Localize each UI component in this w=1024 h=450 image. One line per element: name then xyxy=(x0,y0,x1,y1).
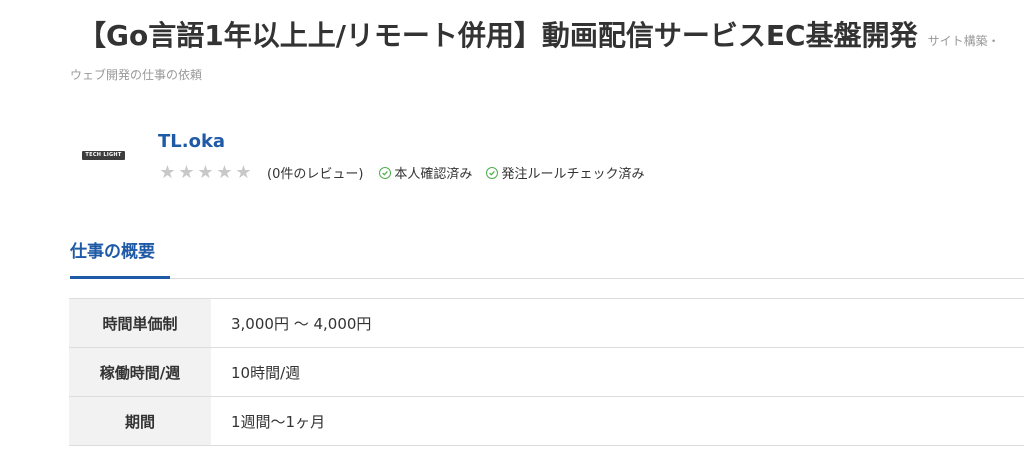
duration-label: 期間 xyxy=(69,396,211,446)
client-logo[interactable]: TECH LIGHT xyxy=(82,151,125,160)
star-icon: ★ xyxy=(216,162,233,183)
identity-verified-badge: 本人確認済み xyxy=(379,163,472,182)
job-title: 【Go言語1年以上上/リモート併用】動画配信サービスEC基盤開発 xyxy=(78,19,918,52)
star-icon: ★ xyxy=(197,162,214,183)
pay-type-value: 3,000円 〜 4,000円 xyxy=(231,314,372,333)
job-category-link-part1[interactable]: サイト構築・ xyxy=(928,34,1000,48)
star-icon: ★ xyxy=(159,162,176,183)
rating-stars: ★ ★ ★ ★ ★ xyxy=(158,163,253,182)
check-circle-icon xyxy=(486,166,499,179)
table-row: 稼働時間/週 10時間/週 xyxy=(69,347,1024,397)
client-meta: ★ ★ ★ ★ ★ (0件のレビュー) 本人確認済み 発注ルールチェック済み xyxy=(158,163,658,182)
identity-verified-label: 本人確認済み xyxy=(394,167,473,182)
tab-job-overview[interactable]: 仕事の概要 xyxy=(70,238,170,279)
star-icon: ★ xyxy=(235,162,252,183)
section-tabs: 仕事の概要 xyxy=(70,238,1024,279)
job-title-row: 【Go言語1年以上上/リモート併用】動画配信サービスEC基盤開発 サイト構築・ xyxy=(78,14,1000,54)
star-icon: ★ xyxy=(178,162,195,183)
client-logo-text: TECH LIGHT xyxy=(85,152,122,158)
order-rules-checked-badge: 発注ルールチェック済み xyxy=(486,163,644,182)
order-rules-checked-label: 発注ルールチェック済み xyxy=(501,167,645,182)
job-summary-table: 時間単価制 3,000円 〜 4,000円 稼働時間/週 10時間/週 期間 1… xyxy=(69,298,1024,446)
weekly-hours-label: 稼働時間/週 xyxy=(69,347,211,397)
table-row: 期間 1週間〜1ヶ月 xyxy=(69,396,1024,446)
pay-type-label: 時間単価制 xyxy=(69,298,211,348)
job-category-link-part2[interactable]: ウェブ開発の仕事の依頼 xyxy=(70,66,202,83)
client-name-link[interactable]: TL.oka xyxy=(158,131,225,152)
weekly-hours-value: 10時間/週 xyxy=(231,363,301,382)
check-circle-icon xyxy=(379,166,392,179)
duration-value: 1週間〜1ヶ月 xyxy=(231,412,326,431)
review-count: (0件のレビュー) xyxy=(267,167,364,182)
table-row: 時間単価制 3,000円 〜 4,000円 xyxy=(69,298,1024,348)
